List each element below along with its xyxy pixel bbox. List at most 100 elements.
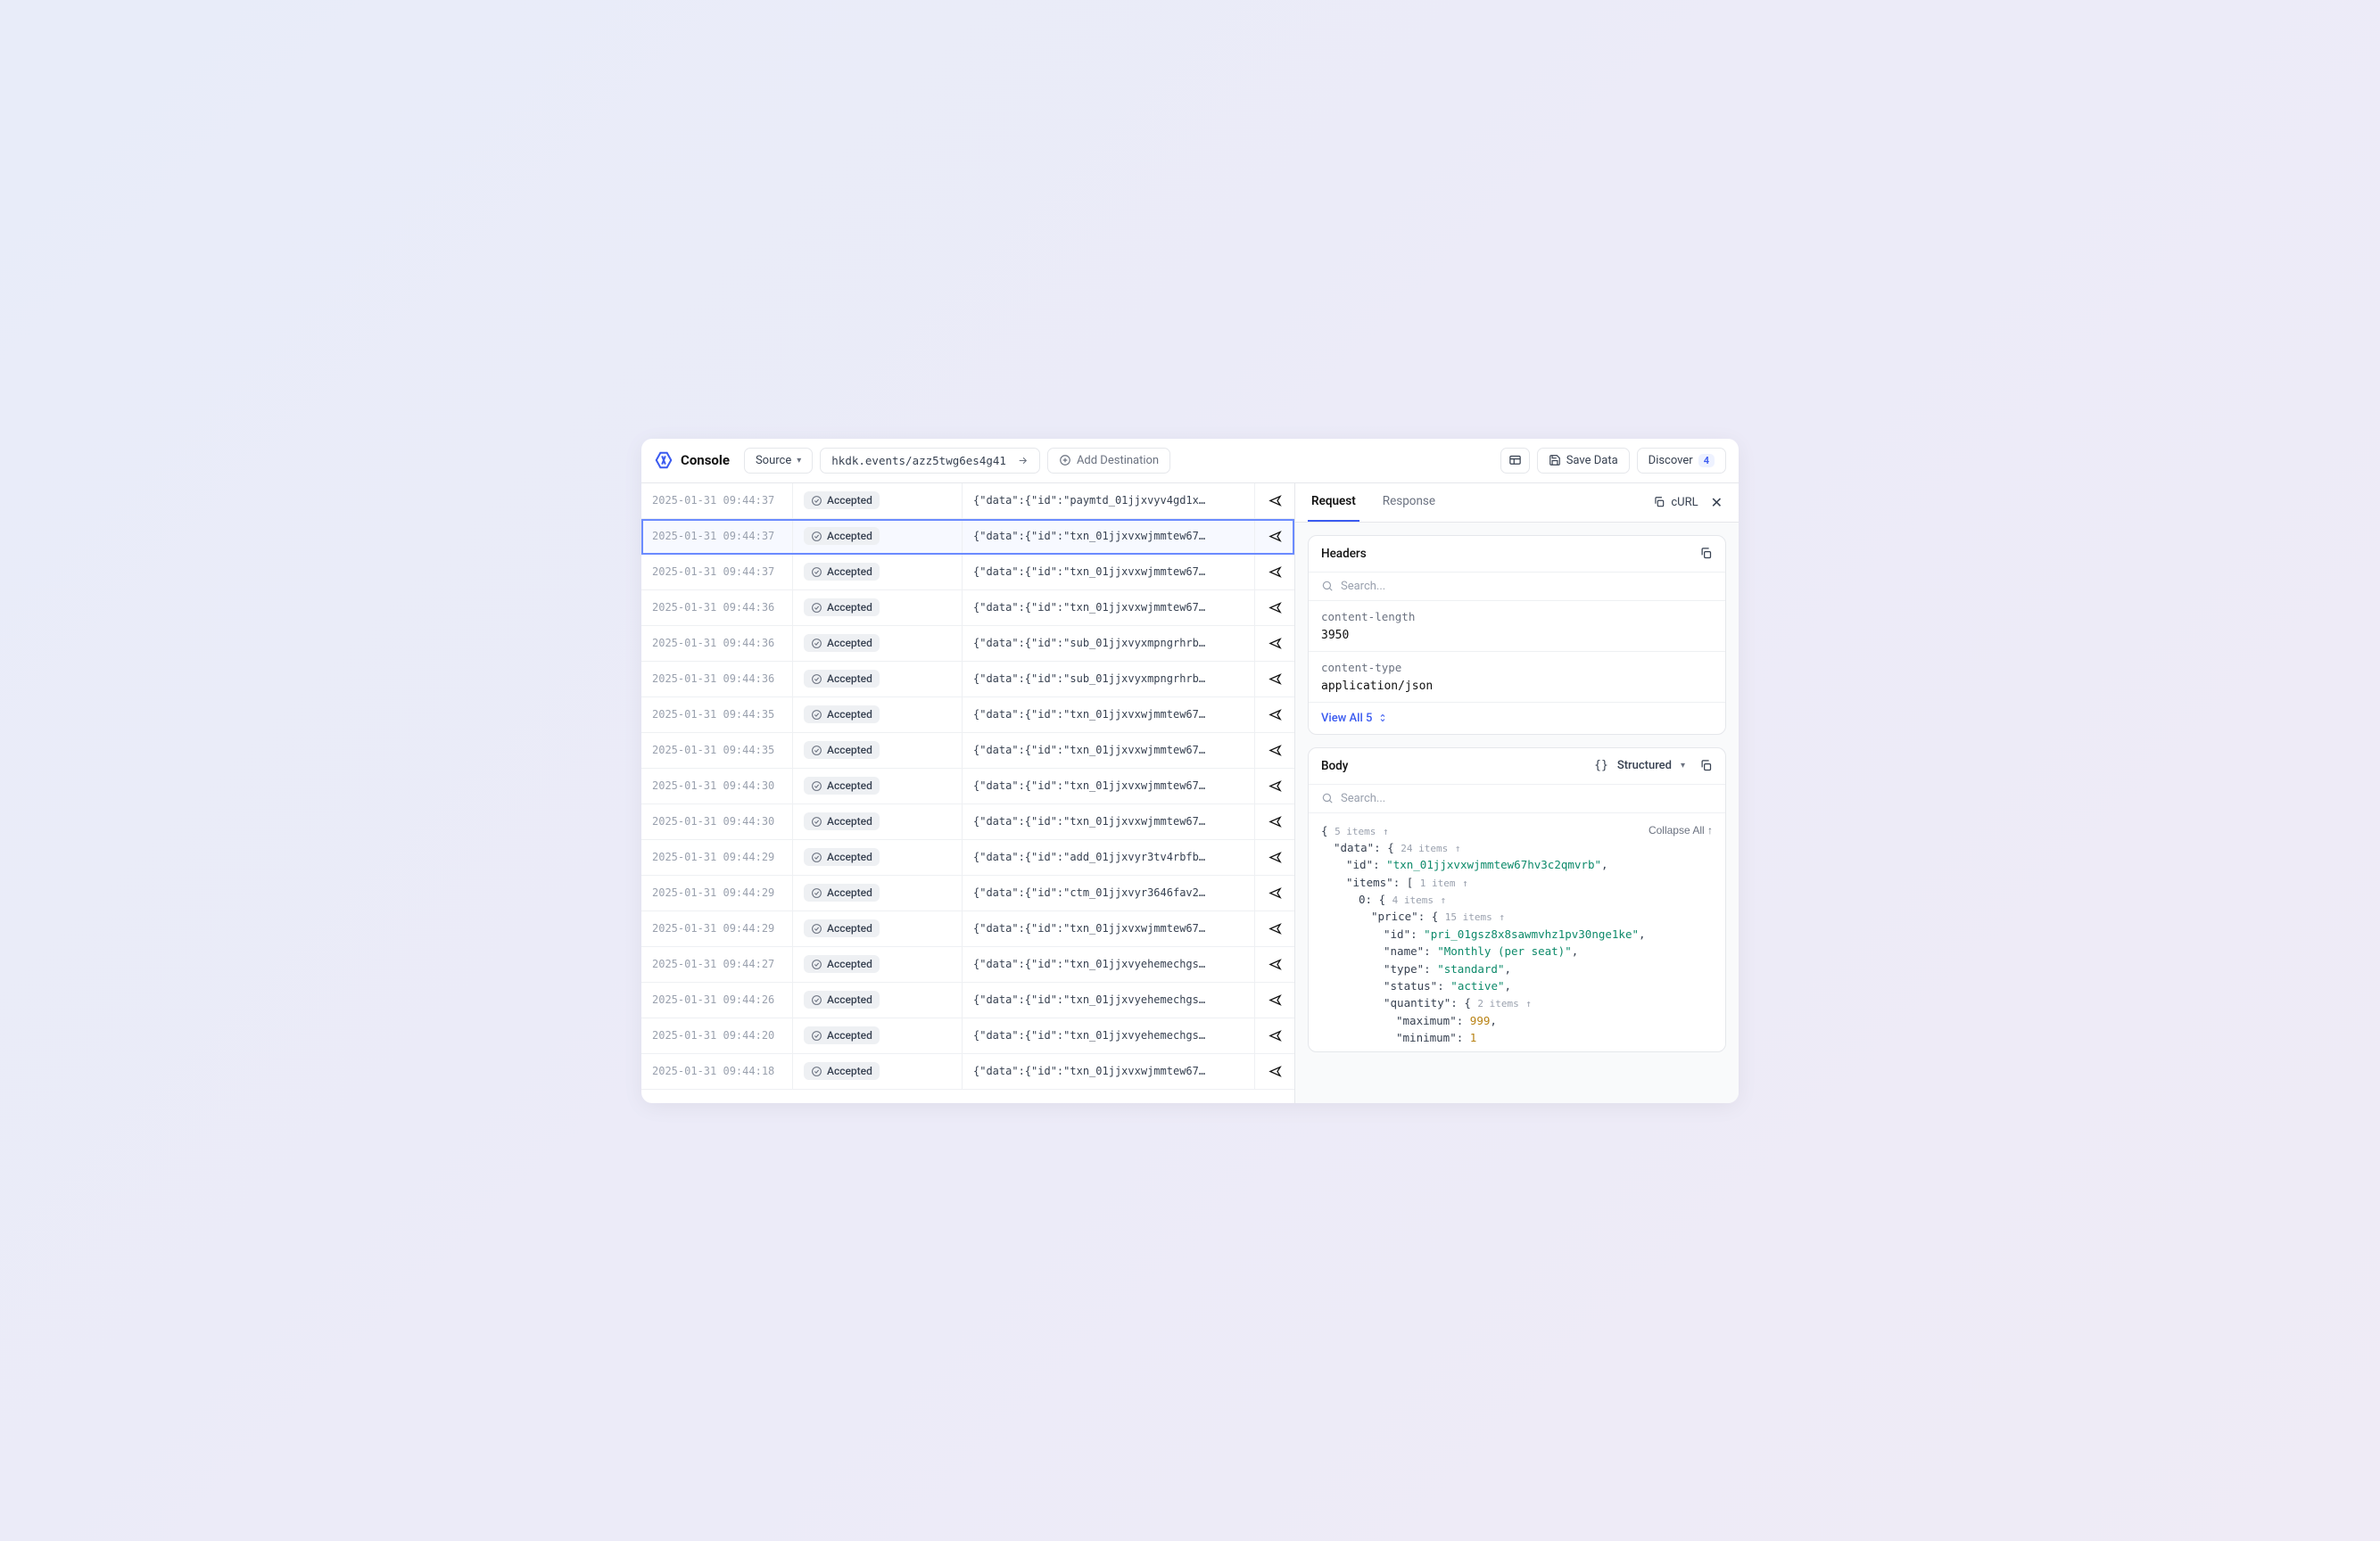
resend-button[interactable]: [1255, 626, 1294, 661]
detail-pane: Request Response cURL ✕ Headers: [1294, 483, 1739, 1103]
body-view-mode[interactable]: Structured: [1617, 759, 1672, 772]
status-label: Accepted: [827, 779, 872, 792]
resend-button[interactable]: [1255, 519, 1294, 554]
resend-button[interactable]: [1255, 590, 1294, 625]
braces-icon: {}: [1594, 759, 1608, 772]
event-row[interactable]: 2025-01-31 09:44:35Accepted{"data":{"id"…: [641, 697, 1294, 733]
event-timestamp: 2025-01-31 09:44:36: [641, 590, 793, 625]
status-label: Accepted: [827, 1029, 872, 1042]
resend-button[interactable]: [1255, 1054, 1294, 1089]
event-row[interactable]: 2025-01-31 09:44:36Accepted{"data":{"id"…: [641, 662, 1294, 697]
event-row[interactable]: 2025-01-31 09:44:36Accepted{"data":{"id"…: [641, 626, 1294, 662]
event-row[interactable]: 2025-01-31 09:44:37Accepted{"data":{"id"…: [641, 483, 1294, 519]
header-value: 3950: [1321, 629, 1713, 642]
json-viewer: Collapse All ↑ { 5 items ↑ "data": { 24 …: [1309, 812, 1725, 1052]
view-all-label: View All 5: [1321, 712, 1372, 725]
close-icon[interactable]: ✕: [1707, 490, 1726, 515]
status-label: Accepted: [827, 744, 872, 756]
event-payload: {"data":{"id":"ctm_01jjxvyr3646fav2…: [963, 876, 1255, 911]
chevron-down-icon: ▾: [1681, 761, 1685, 770]
headers-search-placeholder: Search...: [1341, 580, 1385, 593]
event-row[interactable]: 2025-01-31 09:44:37Accepted{"data":{"id"…: [641, 519, 1294, 555]
status-label: Accepted: [827, 993, 872, 1006]
event-row[interactable]: 2025-01-31 09:44:29Accepted{"data":{"id"…: [641, 876, 1294, 911]
event-payload: {"data":{"id":"paymtd_01jjxvyv4gd1x…: [963, 483, 1255, 518]
resend-button[interactable]: [1255, 840, 1294, 875]
resend-button[interactable]: [1255, 947, 1294, 982]
tab-response[interactable]: Response: [1379, 483, 1439, 523]
event-timestamp: 2025-01-31 09:44:36: [641, 626, 793, 661]
endpoint-url-text: hkdk.events/azz5twg6es4g41: [831, 454, 1006, 467]
event-payload: {"data":{"id":"sub_01jjxvyxmpngrhrb…: [963, 626, 1255, 661]
headers-search[interactable]: Search...: [1309, 572, 1725, 600]
status-label: Accepted: [827, 530, 872, 542]
status-badge: Accepted: [804, 777, 880, 795]
event-row[interactable]: 2025-01-31 09:44:30Accepted{"data":{"id"…: [641, 769, 1294, 804]
resend-button[interactable]: [1255, 804, 1294, 839]
status-badge: Accepted: [804, 812, 880, 830]
event-row[interactable]: 2025-01-31 09:44:36Accepted{"data":{"id"…: [641, 590, 1294, 626]
resend-button[interactable]: [1255, 911, 1294, 946]
event-row[interactable]: 2025-01-31 09:44:26Accepted{"data":{"id"…: [641, 983, 1294, 1018]
resend-button[interactable]: [1255, 483, 1294, 518]
event-status-cell: Accepted: [793, 626, 963, 661]
check-circle-icon: [811, 566, 822, 578]
resend-button[interactable]: [1255, 876, 1294, 911]
toolbar: Console Source ▾ hkdk.events/azz5twg6es4…: [641, 439, 1739, 483]
event-timestamp: 2025-01-31 09:44:29: [641, 840, 793, 875]
event-status-cell: Accepted: [793, 697, 963, 732]
copy-body-button[interactable]: [1699, 759, 1713, 772]
resend-button[interactable]: [1255, 555, 1294, 589]
copy-icon: [1653, 496, 1665, 508]
discover-button[interactable]: Discover 4: [1637, 448, 1726, 474]
event-status-cell: Accepted: [793, 769, 963, 803]
status-badge: Accepted: [804, 884, 880, 902]
discover-label: Discover: [1649, 454, 1693, 467]
status-badge: Accepted: [804, 491, 880, 509]
endpoint-url[interactable]: hkdk.events/azz5twg6es4g41: [820, 448, 1040, 474]
resend-button[interactable]: [1255, 733, 1294, 768]
header-value: application/json: [1321, 680, 1713, 693]
view-all-headers-button[interactable]: View All 5: [1309, 702, 1725, 734]
save-icon: [1549, 454, 1561, 466]
save-data-label: Save Data: [1566, 454, 1618, 467]
event-row[interactable]: 2025-01-31 09:44:18Accepted{"data":{"id"…: [641, 1054, 1294, 1090]
resend-button[interactable]: [1255, 1018, 1294, 1053]
event-row[interactable]: 2025-01-31 09:44:27Accepted{"data":{"id"…: [641, 947, 1294, 983]
copy-headers-button[interactable]: [1699, 547, 1713, 560]
tab-request[interactable]: Request: [1308, 483, 1359, 523]
event-row[interactable]: 2025-01-31 09:44:35Accepted{"data":{"id"…: [641, 733, 1294, 769]
copy-curl-button[interactable]: cURL: [1653, 496, 1698, 509]
event-status-cell: Accepted: [793, 662, 963, 696]
header-item: content-typeapplication/json: [1309, 651, 1725, 702]
collapse-all-button[interactable]: Collapse All ↑: [1649, 822, 1713, 839]
event-row[interactable]: 2025-01-31 09:44:20Accepted{"data":{"id"…: [641, 1018, 1294, 1054]
event-status-cell: Accepted: [793, 1054, 963, 1089]
event-row[interactable]: 2025-01-31 09:44:29Accepted{"data":{"id"…: [641, 911, 1294, 947]
event-status-cell: Accepted: [793, 1018, 963, 1053]
source-selector[interactable]: Source ▾: [744, 448, 813, 474]
event-timestamp: 2025-01-31 09:44:27: [641, 947, 793, 982]
resend-button[interactable]: [1255, 697, 1294, 732]
event-timestamp: 2025-01-31 09:44:18: [641, 1054, 793, 1089]
event-row[interactable]: 2025-01-31 09:44:37Accepted{"data":{"id"…: [641, 555, 1294, 590]
save-data-button[interactable]: Save Data: [1537, 448, 1630, 474]
event-row[interactable]: 2025-01-31 09:44:30Accepted{"data":{"id"…: [641, 804, 1294, 840]
layout-toggle-button[interactable]: [1500, 448, 1530, 474]
status-badge: Accepted: [804, 919, 880, 937]
status-badge: Accepted: [804, 598, 880, 616]
check-circle-icon: [811, 816, 822, 828]
status-label: Accepted: [827, 494, 872, 507]
event-payload: {"data":{"id":"txn_01jjxvxwjmmtew67…: [963, 804, 1255, 839]
resend-button[interactable]: [1255, 662, 1294, 696]
event-row[interactable]: 2025-01-31 09:44:29Accepted{"data":{"id"…: [641, 840, 1294, 876]
add-destination-button[interactable]: Add Destination: [1047, 448, 1170, 474]
add-destination-label: Add Destination: [1077, 454, 1159, 467]
event-payload: {"data":{"id":"txn_01jjxvyehemechgs…: [963, 947, 1255, 982]
resend-button[interactable]: [1255, 769, 1294, 803]
body-title: Body: [1321, 759, 1348, 773]
resend-button[interactable]: [1255, 983, 1294, 1018]
headers-title: Headers: [1321, 547, 1367, 561]
event-payload: {"data":{"id":"txn_01jjxvxwjmmtew67…: [963, 733, 1255, 768]
body-search[interactable]: Search...: [1309, 784, 1725, 812]
